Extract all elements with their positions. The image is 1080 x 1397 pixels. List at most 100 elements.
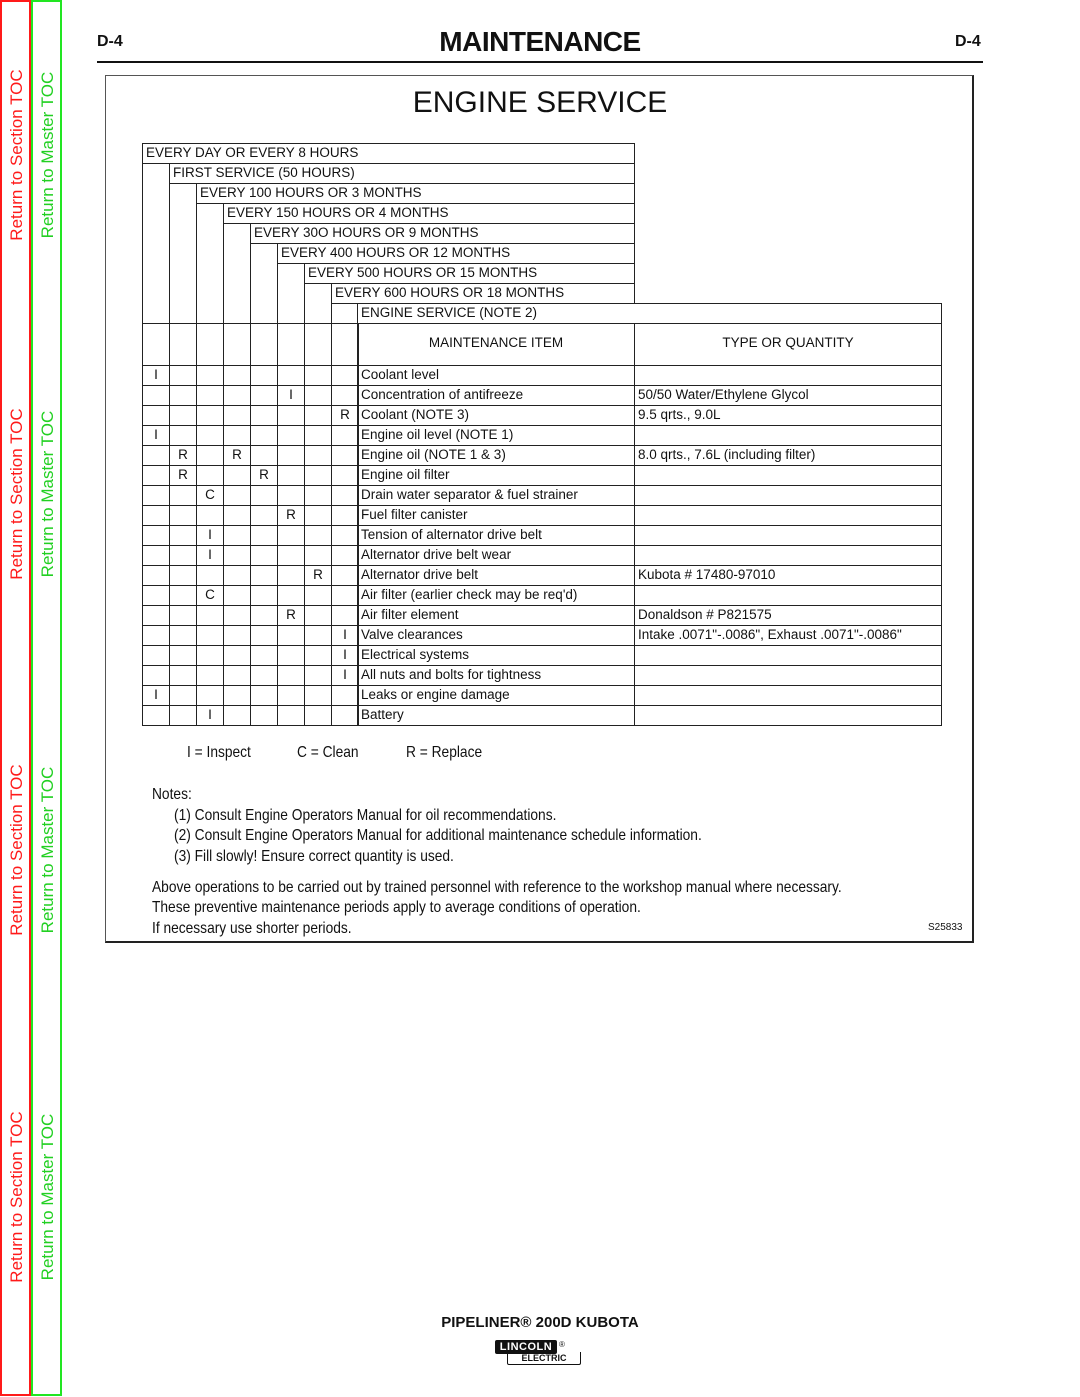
type-or-quantity: Intake .0071"-.0086", Exhaust .0071"-.00… xyxy=(634,625,942,646)
schedule-mark-cell xyxy=(304,465,332,486)
schedule-mark-cell xyxy=(196,405,224,426)
schedule-mark-cell xyxy=(223,545,251,566)
schedule-mark-cell xyxy=(223,625,251,646)
return-to-master-toc-link[interactable]: Return to Master TOC xyxy=(35,374,61,614)
schedule-mark-cell xyxy=(169,565,197,586)
schedule-mark-cell xyxy=(331,685,359,706)
maintenance-item: Valve clearances xyxy=(357,625,635,646)
schedule-mark-cell xyxy=(277,525,305,546)
schedule-mark-cell xyxy=(250,425,278,446)
schedule-mark-cell xyxy=(331,385,359,406)
maintenance-item: Alternator drive belt xyxy=(357,565,635,586)
interval-column-header-cell xyxy=(223,323,251,366)
schedule-mark-cell xyxy=(304,685,332,706)
schedule-mark-cell xyxy=(250,525,278,546)
schedule-mark-cell xyxy=(331,505,359,526)
interval-header: EVERY 600 HOURS OR 18 MONTHS xyxy=(331,283,635,304)
schedule-mark-cell xyxy=(250,705,278,726)
schedule-mark-cell xyxy=(223,525,251,546)
schedule-mark-cell xyxy=(304,585,332,606)
schedule-mark-cell xyxy=(142,545,170,566)
schedule-mark-cell xyxy=(223,385,251,406)
schedule-mark-cell xyxy=(223,605,251,626)
interval-header: EVERY 500 HOURS OR 15 MONTHS xyxy=(304,263,635,284)
schedule-mark-cell xyxy=(196,445,224,466)
schedule-mark-cell: I xyxy=(277,385,305,406)
schedule-mark-cell xyxy=(196,385,224,406)
schedule-mark-cell xyxy=(223,645,251,666)
interval-column-line xyxy=(331,303,358,324)
interval-header: EVERY 150 HOURS OR 4 MONTHS xyxy=(223,203,635,224)
maintenance-item: Drain water separator & fuel strainer xyxy=(357,485,635,506)
schedule-mark-cell xyxy=(331,425,359,446)
schedule-mark-cell: I xyxy=(331,625,359,646)
schedule-mark-cell xyxy=(277,365,305,386)
schedule-mark-cell xyxy=(223,365,251,386)
page-title: MAINTENANCE xyxy=(439,26,641,57)
schedule-mark-cell xyxy=(304,625,332,646)
note-item: (1) Consult Engine Operators Manual for … xyxy=(174,807,557,824)
maintenance-item: Air filter element xyxy=(357,605,635,626)
schedule-mark-cell xyxy=(250,605,278,626)
return-to-section-toc-link[interactable]: Return to Section TOC xyxy=(4,1077,30,1317)
interval-header: FIRST SERVICE (50 HOURS) xyxy=(169,163,635,184)
schedule-mark-cell xyxy=(277,565,305,586)
schedule-mark-cell xyxy=(196,685,224,706)
note-item: (2) Consult Engine Operators Manual for … xyxy=(174,827,702,844)
schedule-mark-cell xyxy=(142,565,170,586)
maintenance-item: Engine oil level (NOTE 1) xyxy=(357,425,635,446)
schedule-mark-cell xyxy=(277,585,305,606)
type-or-quantity xyxy=(634,365,942,386)
schedule-mark-cell xyxy=(304,405,332,426)
interval-header: EVERY DAY OR EVERY 8 HOURS xyxy=(142,143,635,164)
schedule-mark-cell: R xyxy=(223,445,251,466)
logo-electric-text: ELECTRIC xyxy=(507,1352,581,1365)
type-or-quantity xyxy=(634,705,942,726)
interval-header: ENGINE SERVICE (NOTE 2) xyxy=(357,303,942,324)
schedule-mark-cell xyxy=(169,645,197,666)
schedule-mark-cell xyxy=(304,665,332,686)
schedule-mark-cell xyxy=(331,465,359,486)
schedule-mark-cell xyxy=(331,565,359,586)
page-number-right: D-4 xyxy=(955,33,981,50)
schedule-mark-cell xyxy=(304,525,332,546)
schedule-mark-cell xyxy=(169,525,197,546)
schedule-mark-cell xyxy=(142,465,170,486)
interval-header: EVERY 400 HOURS OR 12 MONTHS xyxy=(277,243,635,264)
schedule-mark-cell xyxy=(250,505,278,526)
schedule-mark-cell xyxy=(223,505,251,526)
schedule-mark-cell xyxy=(196,465,224,486)
return-to-section-toc-link[interactable]: Return to Section TOC xyxy=(4,374,30,614)
schedule-mark-cell xyxy=(169,405,197,426)
schedule-mark-cell: I xyxy=(331,645,359,666)
schedule-mark-cell xyxy=(169,665,197,686)
schedule-mark-cell xyxy=(277,445,305,466)
legend-replace: R = Replace xyxy=(406,744,483,761)
return-to-master-toc-link[interactable]: Return to Master TOC xyxy=(35,35,61,275)
schedule-mark-cell xyxy=(223,665,251,686)
schedule-mark-cell xyxy=(223,705,251,726)
note-item: (3) Fill slowly! Ensure correct quantity… xyxy=(174,848,454,865)
maintenance-item: Battery xyxy=(357,705,635,726)
schedule-mark-cell xyxy=(169,365,197,386)
return-to-master-toc-link[interactable]: Return to Master TOC xyxy=(35,730,61,970)
schedule-mark-cell xyxy=(304,445,332,466)
schedule-mark-cell xyxy=(250,385,278,406)
return-to-master-toc-link[interactable]: Return to Master TOC xyxy=(35,1077,61,1317)
schedule-mark-cell xyxy=(277,685,305,706)
schedule-mark-cell xyxy=(250,545,278,566)
schedule-mark-cell xyxy=(277,665,305,686)
schedule-mark-cell xyxy=(196,425,224,446)
schedule-mark-cell xyxy=(304,485,332,506)
schedule-mark-cell: I xyxy=(142,425,170,446)
disclaimer-line: If necessary use shorter periods. xyxy=(152,920,352,937)
type-or-quantity: Kubota # 17480-97010 xyxy=(634,565,942,586)
schedule-mark-cell xyxy=(250,365,278,386)
return-to-section-toc-link[interactable]: Return to Section TOC xyxy=(4,35,30,275)
return-to-section-toc-link[interactable]: Return to Section TOC xyxy=(4,730,30,970)
schedule-mark-cell: I xyxy=(196,525,224,546)
disclaimer-line: Above operations to be carried out by tr… xyxy=(152,879,842,896)
maintenance-item: Electrical systems xyxy=(357,645,635,666)
schedule-mark-cell xyxy=(304,705,332,726)
schedule-mark-cell: R xyxy=(250,465,278,486)
